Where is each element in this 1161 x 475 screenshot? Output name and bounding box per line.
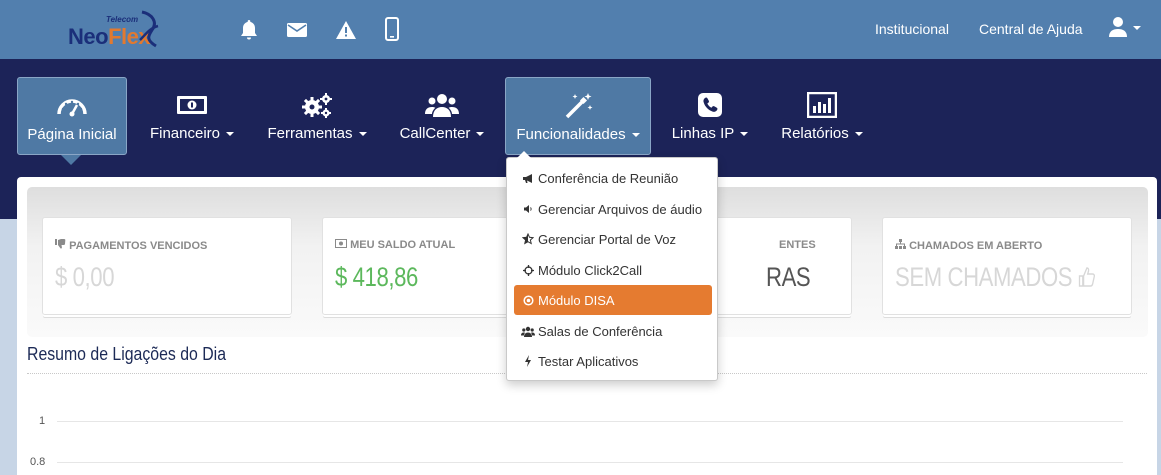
caret-down-icon <box>226 132 235 137</box>
card-title: CHAMADOS EM ABERTO <box>909 240 1043 252</box>
volume-icon <box>521 204 535 214</box>
crosshairs-icon <box>521 264 535 276</box>
dot-circle-icon <box>521 294 535 306</box>
card-title: ENTES <box>779 239 816 251</box>
caret-down-icon <box>740 132 749 137</box>
thumbs-up-icon <box>1078 267 1096 287</box>
menu-item-label: Gerenciar Arquivos de áudio <box>538 201 703 217</box>
menu-item-label: Conferência de Reunião <box>538 170 679 186</box>
money-icon <box>335 239 347 248</box>
nav-label: CallCenter <box>399 125 471 142</box>
bullhorn-icon <box>521 173 535 184</box>
dropdown-arrow <box>517 151 531 158</box>
nav-callcenter[interactable]: CallCenter <box>390 77 494 155</box>
funcionalidades-dropdown: Conferência de Reunião Gerenciar Arquivo… <box>506 151 718 381</box>
nav-label: Ferramentas <box>267 125 353 142</box>
card-pagamentos-vencidos: PAGAMENTOS VENCIDOS $ 0,00 <box>42 217 292 315</box>
users-icon <box>390 90 494 120</box>
users-icon <box>521 326 535 337</box>
menu-item-click2call[interactable]: Módulo Click2Call <box>514 255 712 285</box>
mobile-icon[interactable] <box>380 16 404 42</box>
thumbs-down-icon <box>55 239 66 249</box>
nav-label: Relatórios <box>781 125 849 142</box>
logo-swoosh-icon <box>139 10 159 48</box>
menu-item-portal-voz[interactable]: Gerenciar Portal de Voz <box>514 224 712 254</box>
caret-down-icon <box>854 132 863 137</box>
nav-label: Financeiro <box>149 125 221 142</box>
menu-item-label: Módulo Click2Call <box>538 262 643 278</box>
envelope-icon[interactable] <box>285 17 309 43</box>
nav-linhas-ip[interactable]: Linhas IP <box>662 77 758 155</box>
user-menu[interactable] <box>1108 16 1142 40</box>
y-tick-label: 1 <box>39 415 46 427</box>
menu-item-conferencia-reuniao[interactable]: Conferência de Reunião <box>514 163 712 193</box>
nav-ferramentas[interactable]: Ferramentas <box>258 77 376 155</box>
card-title: PAGAMENTOS VENCIDOS <box>69 240 208 252</box>
institucional-link[interactable]: Institucional <box>875 21 949 37</box>
money-icon <box>138 90 246 120</box>
menu-item-label: Módulo DISA <box>538 292 615 308</box>
sitemap-icon <box>895 239 906 249</box>
card-value: $ 0,00 <box>55 262 115 292</box>
warning-icon[interactable] <box>334 17 358 43</box>
menu-item-arquivos-audio[interactable]: Gerenciar Arquivos de áudio <box>514 194 712 224</box>
neoflex-logo[interactable]: Telecom NeoFlex <box>68 10 168 50</box>
section-title: Resumo de Ligações do Dia <box>27 344 227 364</box>
bolt-icon <box>521 355 535 367</box>
gridline <box>57 462 1123 463</box>
card-title: MEU SALDO ATUAL <box>350 239 456 251</box>
top-bar: Telecom NeoFlex Institucional Central de… <box>0 0 1161 59</box>
card-chamados-em-aberto: CHAMADOS EM ABERTO SEM CHAMADOS <box>882 217 1132 315</box>
star-half-icon <box>521 233 535 245</box>
nav-relatorios[interactable]: Relatórios <box>770 77 874 155</box>
gridline <box>57 421 1123 422</box>
bell-icon[interactable] <box>237 17 261 43</box>
nav-label: Linhas IP <box>671 125 735 142</box>
menu-item-label: Gerenciar Portal de Voz <box>538 231 677 247</box>
central-ajuda-link[interactable]: Central de Ajuda <box>979 21 1083 37</box>
caret-down-icon <box>476 132 485 137</box>
dashboard-icon <box>18 91 126 121</box>
menu-item-salas-conferencia[interactable]: Salas de Conferência <box>514 316 712 346</box>
card-value: SEM CHAMADOS <box>895 262 1073 292</box>
nav-financeiro[interactable]: Financeiro <box>138 77 246 155</box>
menu-item-testar-aplicativos[interactable]: Testar Aplicativos <box>514 346 712 376</box>
menu-item-modulo-disa[interactable]: Módulo DISA <box>514 285 712 315</box>
magic-wand-icon <box>506 91 650 121</box>
cogs-icon <box>258 90 376 120</box>
caret-down-icon <box>358 132 367 137</box>
bar-chart-icon <box>770 90 874 120</box>
card-value: $ 418,86 <box>335 262 418 292</box>
nav-label: Funcionalidades <box>516 126 626 143</box>
caret-down-icon <box>631 133 640 138</box>
menu-item-label: Salas de Conferência <box>538 323 663 339</box>
nav-funcionalidades[interactable]: Funcionalidades <box>505 77 651 155</box>
card-value: RAS <box>766 262 811 292</box>
menu-item-label: Testar Aplicativos <box>538 353 639 369</box>
active-nav-pointer <box>61 155 81 165</box>
logo-tagline: Telecom <box>106 15 139 24</box>
user-icon <box>1109 17 1141 37</box>
y-tick-label: 0.8 <box>30 456 46 468</box>
nav-pagina-inicial[interactable]: Página Inicial <box>17 77 127 155</box>
phone-icon <box>662 90 758 120</box>
nav-label: Página Inicial <box>27 126 117 143</box>
